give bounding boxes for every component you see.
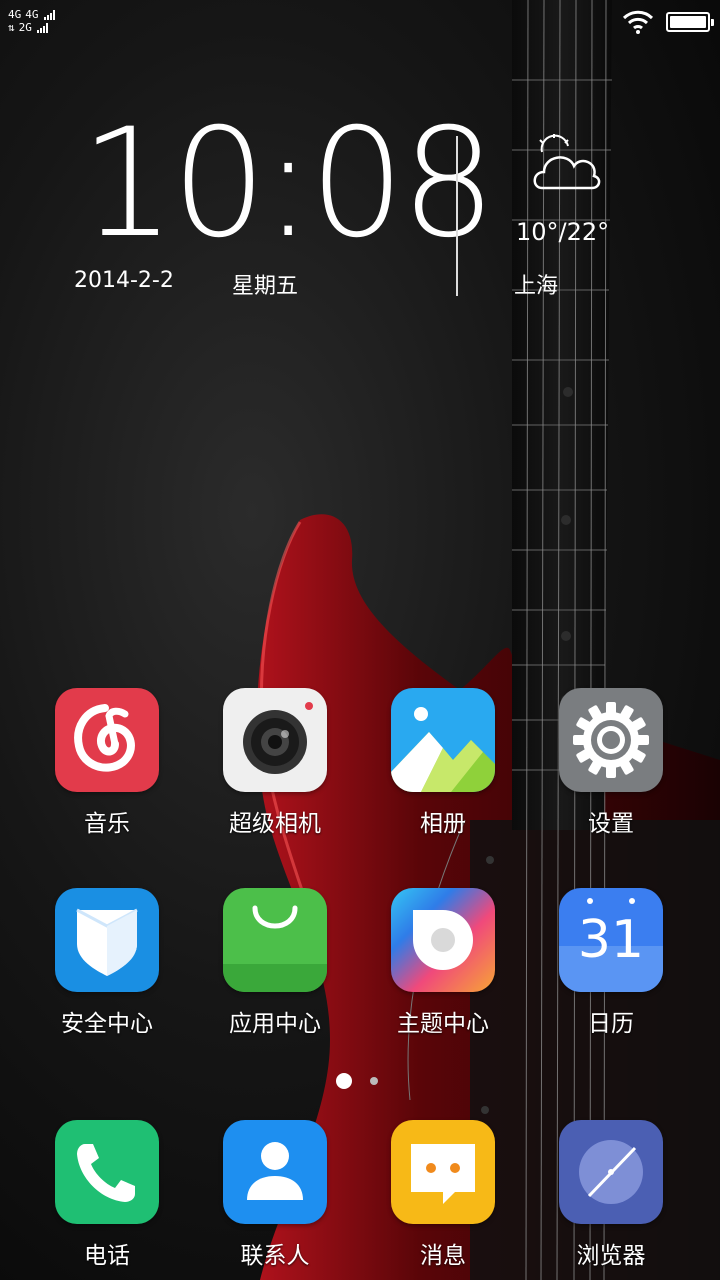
app-label: 相册 — [420, 811, 466, 837]
app-app-center[interactable]: 应用中心 — [191, 888, 359, 1038]
app-label: 消息 — [420, 1243, 466, 1269]
app-label: 超级相机 — [229, 811, 321, 837]
app-label: 主题中心 — [397, 1011, 489, 1037]
dock-browser[interactable]: 浏览器 — [527, 1120, 695, 1270]
gallery-icon — [391, 688, 495, 792]
message-icon — [391, 1120, 495, 1224]
camera-icon — [223, 688, 327, 792]
wifi-icon — [622, 10, 654, 34]
weather-temperature[interactable]: 10°/22° — [516, 218, 609, 246]
status-bar-right — [622, 10, 714, 34]
app-theme-center[interactable]: 主题中心 — [359, 888, 527, 1038]
shield-icon — [55, 888, 159, 992]
app-super-camera[interactable]: 超级相机 — [191, 688, 359, 838]
app-label: 联系人 — [240, 1243, 310, 1269]
page-indicator[interactable] — [336, 1073, 378, 1089]
app-label: 浏览器 — [576, 1243, 646, 1269]
phone-icon — [55, 1120, 159, 1224]
clock-weekday: 星期五 — [232, 274, 299, 299]
app-label: 电话 — [84, 1243, 130, 1269]
app-label: 音乐 — [84, 811, 130, 837]
browser-compass-icon — [559, 1120, 663, 1224]
status-bar-signal: 4G 4G ⇅ 2G — [8, 8, 55, 34]
clock-date: 2014-2-2 — [74, 268, 174, 293]
settings-gear-icon — [559, 688, 663, 792]
network-type-label: 4G — [8, 8, 22, 21]
music-icon — [55, 688, 159, 792]
theme-icon — [391, 888, 495, 992]
signal-strength-icon — [43, 9, 55, 20]
partly-cloudy-icon[interactable] — [528, 132, 604, 194]
weather-city: 上海 — [514, 274, 559, 299]
dock-messages[interactable]: 消息 — [359, 1120, 527, 1270]
battery-icon — [666, 12, 714, 32]
page-dot[interactable] — [370, 1077, 378, 1085]
app-gallery[interactable]: 相册 — [359, 688, 527, 838]
app-music[interactable]: 音乐 — [23, 688, 191, 838]
shopping-bag-icon — [223, 888, 327, 992]
app-label: 安全中心 — [61, 1011, 153, 1037]
app-label: 日历 — [588, 1011, 634, 1037]
page-dot-active[interactable] — [336, 1073, 352, 1089]
app-label: 设置 — [588, 811, 634, 837]
widget-divider — [456, 136, 458, 296]
dock-contacts[interactable]: 联系人 — [191, 1120, 359, 1270]
contacts-icon — [223, 1120, 327, 1224]
calendar-day-number: 31 — [577, 910, 645, 970]
calendar-icon: 31 — [559, 888, 663, 992]
app-calendar[interactable]: 31 日历 — [527, 888, 695, 1038]
app-label: 应用中心 — [229, 1011, 321, 1037]
dock-phone[interactable]: 电话 — [23, 1120, 191, 1270]
app-security-center[interactable]: 安全中心 — [23, 888, 191, 1038]
clock-time[interactable]: 10:08 — [80, 104, 496, 264]
network-type-label: 4G — [25, 8, 39, 21]
network-type-label: 2G — [18, 21, 32, 34]
signal-strength-icon — [36, 22, 48, 33]
app-settings[interactable]: 设置 — [527, 688, 695, 838]
data-activity-icon: ⇅ — [8, 21, 15, 34]
